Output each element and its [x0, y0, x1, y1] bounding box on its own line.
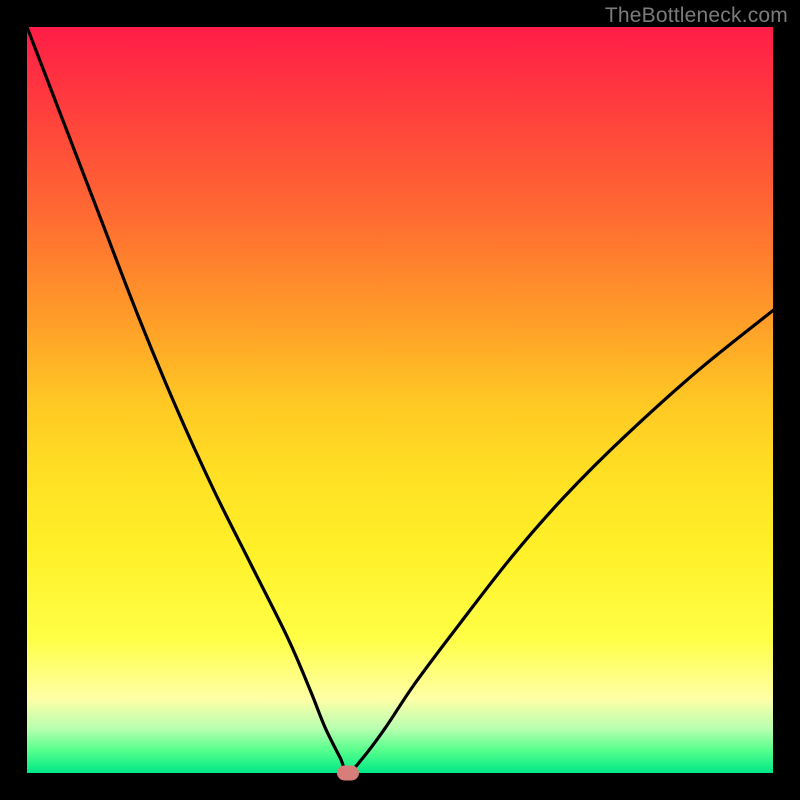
watermark-text: TheBottleneck.com — [605, 4, 788, 28]
chart-frame: TheBottleneck.com — [0, 0, 800, 800]
bottleneck-curve — [27, 27, 773, 773]
plot-area — [27, 27, 773, 773]
optimum-marker — [337, 766, 359, 781]
